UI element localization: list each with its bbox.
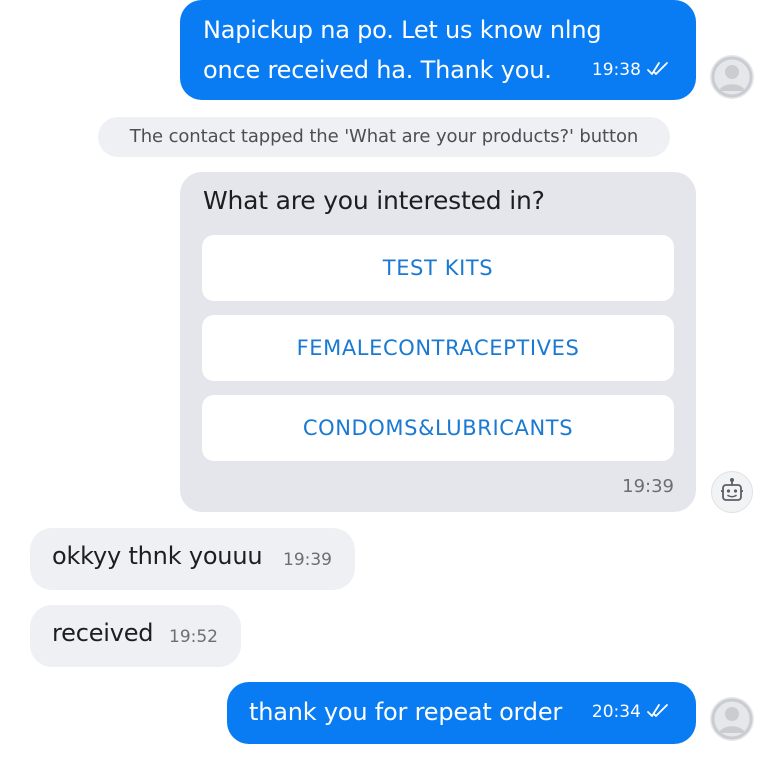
- message-text: thank you for repeat order: [249, 698, 563, 726]
- outgoing-message-bubble[interactable]: thank you for repeat order 20:34: [227, 682, 696, 744]
- double-check-icon: [646, 703, 670, 723]
- user-avatar-icon[interactable]: [710, 55, 754, 99]
- incoming-message-bubble[interactable]: okkyy thnk youuu 19:39: [30, 528, 355, 590]
- bot-icon: [711, 471, 753, 513]
- message-timestamp: 20:34: [591, 702, 641, 722]
- message-text: okkyy thnk youuu: [52, 542, 263, 570]
- message-meta: 20:34: [592, 702, 670, 723]
- message-meta: 19:38: [592, 60, 670, 81]
- message-timestamp: 19:52: [169, 627, 218, 647]
- user-avatar-icon[interactable]: [710, 697, 754, 741]
- chat-thread: Napickup na po. Let us know nlng once re…: [0, 0, 768, 768]
- message-timestamp: 19:39: [283, 550, 332, 570]
- message-text-line: once received ha. Thank you.: [203, 56, 552, 84]
- message-text: received: [52, 619, 154, 647]
- double-check-icon: [646, 61, 670, 81]
- quick-reply-test-kits[interactable]: TEST KITS: [202, 235, 674, 301]
- quick-reply-condoms-lubricants[interactable]: CONDOMS&LUBRICANTS: [202, 395, 674, 461]
- message-timestamp: 19:39: [622, 476, 674, 497]
- quick-reply-female-contraceptives[interactable]: FEMALECONTRACEPTIVES: [202, 315, 674, 381]
- message-text-line: Napickup na po. Let us know nlng: [203, 16, 602, 44]
- incoming-message-bubble[interactable]: received 19:52: [30, 605, 241, 667]
- bot-quick-reply-card: What are you interested in? TEST KITS FE…: [180, 172, 696, 512]
- system-event-note: The contact tapped the 'What are your pr…: [98, 117, 670, 157]
- bot-question-text: What are you interested in?: [203, 186, 545, 215]
- message-timestamp: 19:38: [591, 60, 641, 80]
- outgoing-message-bubble[interactable]: Napickup na po. Let us know nlng once re…: [180, 0, 696, 100]
